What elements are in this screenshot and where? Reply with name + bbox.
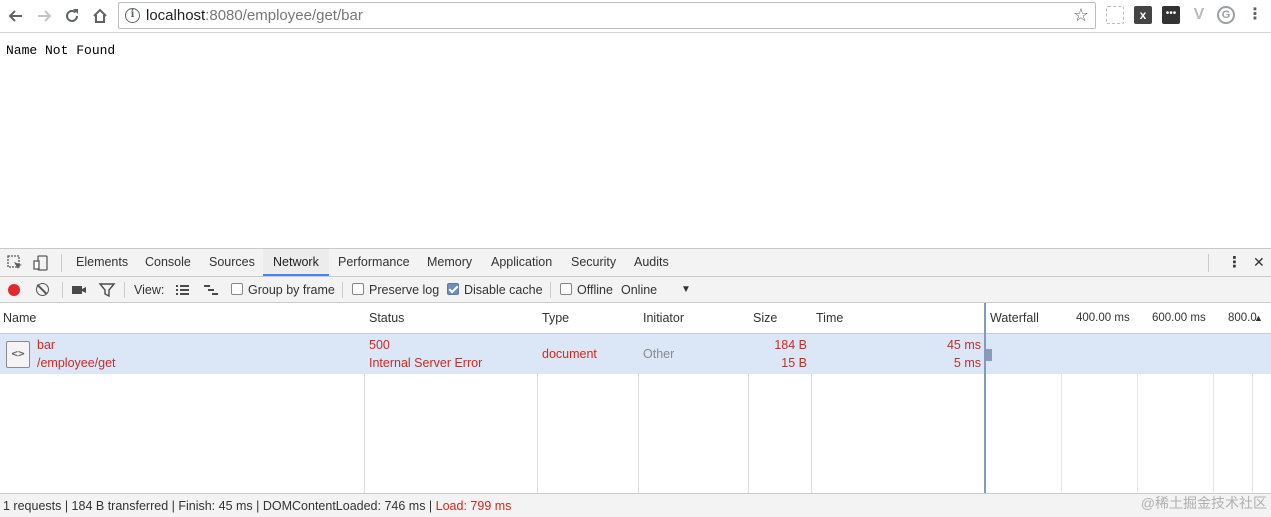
tab-application[interactable]: Application [481, 249, 562, 276]
divider [342, 282, 343, 298]
throttling-select[interactable]: Online [621, 282, 657, 298]
table-row[interactable] [0, 334, 1271, 374]
tab-network[interactable]: Network [263, 249, 329, 276]
column-type[interactable]: Type [539, 303, 569, 333]
disable-cache-checkbox[interactable] [447, 283, 459, 295]
column-waterfall[interactable]: Waterfall [987, 303, 1039, 333]
view-label: View: [134, 283, 165, 297]
devtools-close-icon[interactable]: ✕ [1243, 249, 1271, 276]
extension-v-icon[interactable]: V [1190, 6, 1208, 24]
browser-menu-icon[interactable]: ⋮ [1246, 6, 1264, 24]
extension-dots-icon[interactable]: ••• [1162, 6, 1180, 24]
extension-placeholder-icon[interactable] [1106, 6, 1124, 24]
tab-sources[interactable]: Sources [199, 249, 265, 276]
info-icon[interactable]: i [125, 8, 140, 23]
screenshot-camera-icon[interactable] [70, 281, 88, 299]
offline-label[interactable]: Offline [577, 282, 613, 298]
divider [61, 254, 62, 272]
summary-text: 1 requests | 184 B transferred | Finish:… [3, 499, 436, 513]
request-path: /employee/get [37, 356, 116, 370]
network-toolbar: View: Group by frame Preserve log Disabl… [0, 277, 1271, 303]
group-by-frame-checkbox[interactable] [231, 283, 243, 295]
large-rows-list-icon[interactable] [174, 281, 192, 299]
status-text: Internal Server Error [369, 356, 483, 370]
preserve-log-checkbox[interactable] [352, 283, 364, 295]
sort-arrow-icon[interactable]: ▲ [1251, 303, 1263, 333]
request-initiator: Other [643, 347, 675, 361]
chevron-down-icon[interactable]: ▼ [681, 282, 691, 298]
device-toolbar-icon[interactable] [32, 254, 50, 272]
network-table-header: Name Status Type Initiator Size Time Wat… [0, 303, 1271, 334]
forward-icon[interactable] [32, 4, 56, 28]
extension-x-icon[interactable]: x [1134, 6, 1152, 24]
watermark: @稀土掘金技术社区 [1140, 495, 1267, 511]
tab-performance[interactable]: Performance [328, 249, 420, 276]
waterfall-bar [986, 349, 992, 361]
filter-icon[interactable] [98, 281, 116, 299]
column-size[interactable]: Size [750, 303, 777, 333]
network-summary-bar: 1 requests | 184 B transferred | Finish:… [0, 493, 1271, 517]
inspect-element-icon[interactable] [6, 254, 24, 272]
divider [1208, 254, 1209, 272]
column-time[interactable]: Time [813, 303, 843, 333]
column-status[interactable]: Status [366, 303, 404, 333]
divider [62, 282, 63, 298]
request-name[interactable]: bar [37, 336, 55, 354]
extension-g-icon[interactable]: G [1217, 6, 1235, 24]
clear-icon[interactable] [36, 283, 49, 296]
status-code: 500 [369, 338, 390, 352]
transfer-size: 184 B [774, 338, 807, 352]
preserve-log-label[interactable]: Preserve log [369, 282, 439, 298]
content-size: 15 B [781, 356, 807, 370]
tab-audits[interactable]: Audits [624, 249, 679, 276]
column-name[interactable]: Name [0, 303, 36, 333]
waterfall-overview-icon[interactable] [202, 281, 220, 299]
group-by-frame-label[interactable]: Group by frame [248, 282, 335, 298]
disable-cache-label[interactable]: Disable cache [464, 282, 543, 298]
tab-console[interactable]: Console [135, 249, 201, 276]
offline-checkbox[interactable] [560, 283, 572, 295]
waterfall-tick-600: 600.00 ms [1152, 312, 1206, 324]
request-latency: 5 ms [953, 356, 981, 370]
request-type: document [542, 347, 597, 361]
load-time: Load: 799 ms [435, 499, 512, 513]
home-icon[interactable] [88, 4, 112, 28]
address-bar[interactable]: i localhost:8080/employee/get/bar ☆ [118, 2, 1096, 29]
tab-memory[interactable]: Memory [417, 249, 482, 276]
browser-toolbar: i localhost:8080/employee/get/bar ☆ x ••… [0, 0, 1271, 33]
divider [124, 282, 125, 298]
document-icon: <> [6, 341, 30, 368]
request-time: 45 ms [946, 338, 981, 352]
waterfall-domcontentloaded-line [984, 303, 986, 493]
devtools-panel: Elements Console Sources Network Perform… [0, 248, 1271, 517]
waterfall-tick-400: 400.00 ms [1076, 312, 1130, 324]
page-body-text: Name Not Found [6, 43, 116, 58]
devtools-tab-bar: Elements Console Sources Network Perform… [0, 249, 1271, 277]
url-text[interactable]: localhost:8080/employee/get/bar [146, 7, 363, 25]
tab-security[interactable]: Security [561, 249, 626, 276]
column-initiator[interactable]: Initiator [640, 303, 684, 333]
reload-icon[interactable] [60, 4, 84, 28]
divider [550, 282, 551, 298]
tab-elements[interactable]: Elements [66, 249, 138, 276]
back-icon[interactable] [4, 4, 28, 28]
bookmark-star-icon[interactable]: ☆ [1073, 5, 1089, 25]
record-icon[interactable] [8, 284, 20, 296]
